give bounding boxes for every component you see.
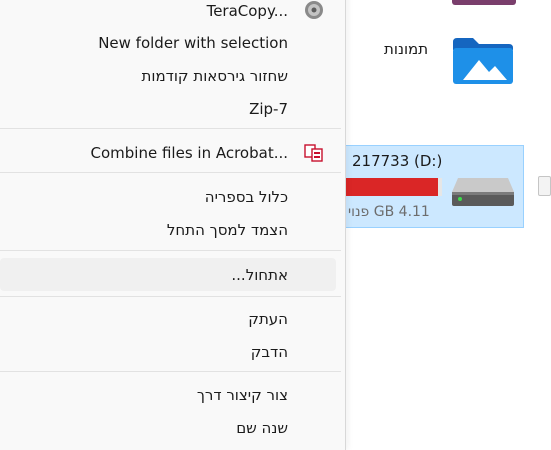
pictures-folder-label[interactable]: תמונות [384, 40, 428, 58]
menu-item-restore-previous-versions[interactable]: שחזור גירסאות קודמות [0, 59, 336, 92]
menu-item-copy[interactable]: העתק [0, 302, 336, 335]
menu-item-new-folder-with-selection[interactable]: New folder with selection [0, 26, 336, 59]
menu-item-label: New folder with selection [98, 33, 288, 52]
menu-separator [0, 371, 341, 372]
menu-item-label: Combine files in Acrobat... [90, 143, 288, 162]
menu-item-include-in-library[interactable]: כלול בספריה [0, 180, 336, 213]
menu-item-combine-acrobat[interactable]: Combine files in Acrobat... [0, 136, 336, 169]
menu-separator [0, 250, 341, 251]
drive-d-tile[interactable]: 217733 (D:) 4.11 GB פנוי [341, 145, 524, 228]
context-menu: TeraCopy... New folder with selection שח… [0, 0, 346, 450]
menu-item-label: אתחול... [231, 265, 288, 284]
menu-item-rename[interactable]: שנה שם [0, 411, 336, 444]
folder-thumbnail-partial[interactable] [452, 0, 516, 5]
menu-separator [0, 172, 341, 173]
menu-item-label: 7-Zip [249, 99, 288, 118]
menu-item-label: העתק [248, 309, 288, 328]
acrobat-combine-icon [304, 144, 323, 162]
pictures-folder-icon[interactable] [451, 36, 515, 86]
menu-separator [0, 128, 341, 129]
menu-item-paste[interactable]: הדבק [0, 335, 336, 368]
menu-item-label: הצמד למסך התחל [166, 220, 288, 239]
menu-item-7zip[interactable]: 7-Zip [0, 92, 336, 125]
menu-item-label: הדבק [250, 342, 288, 361]
menu-item-label: כלול בספריה [204, 187, 288, 206]
menu-item-create-shortcut[interactable]: צור קיצור דרך [0, 378, 336, 411]
menu-item-label: שנה שם [236, 418, 288, 437]
menu-item-teracopy[interactable]: TeraCopy... [0, 0, 336, 27]
menu-separator [0, 296, 341, 297]
drive-usage-bar [346, 178, 442, 196]
menu-item-label: TeraCopy... [206, 1, 288, 20]
drive-label: 217733 (D:) [352, 152, 443, 170]
menu-item-format[interactable]: אתחול... [0, 258, 336, 291]
teracopy-icon [305, 1, 323, 19]
drive-free-space: 4.11 GB פנוי [348, 204, 430, 220]
hard-drive-icon [452, 178, 514, 206]
drive-usage-fill [346, 178, 439, 196]
scrollbar-fragment[interactable] [538, 176, 551, 196]
menu-item-label: שחזור גירסאות קודמות [141, 66, 288, 85]
menu-item-label: צור קיצור דרך [196, 385, 288, 404]
menu-item-pin-to-start[interactable]: הצמד למסך התחל [0, 213, 336, 246]
